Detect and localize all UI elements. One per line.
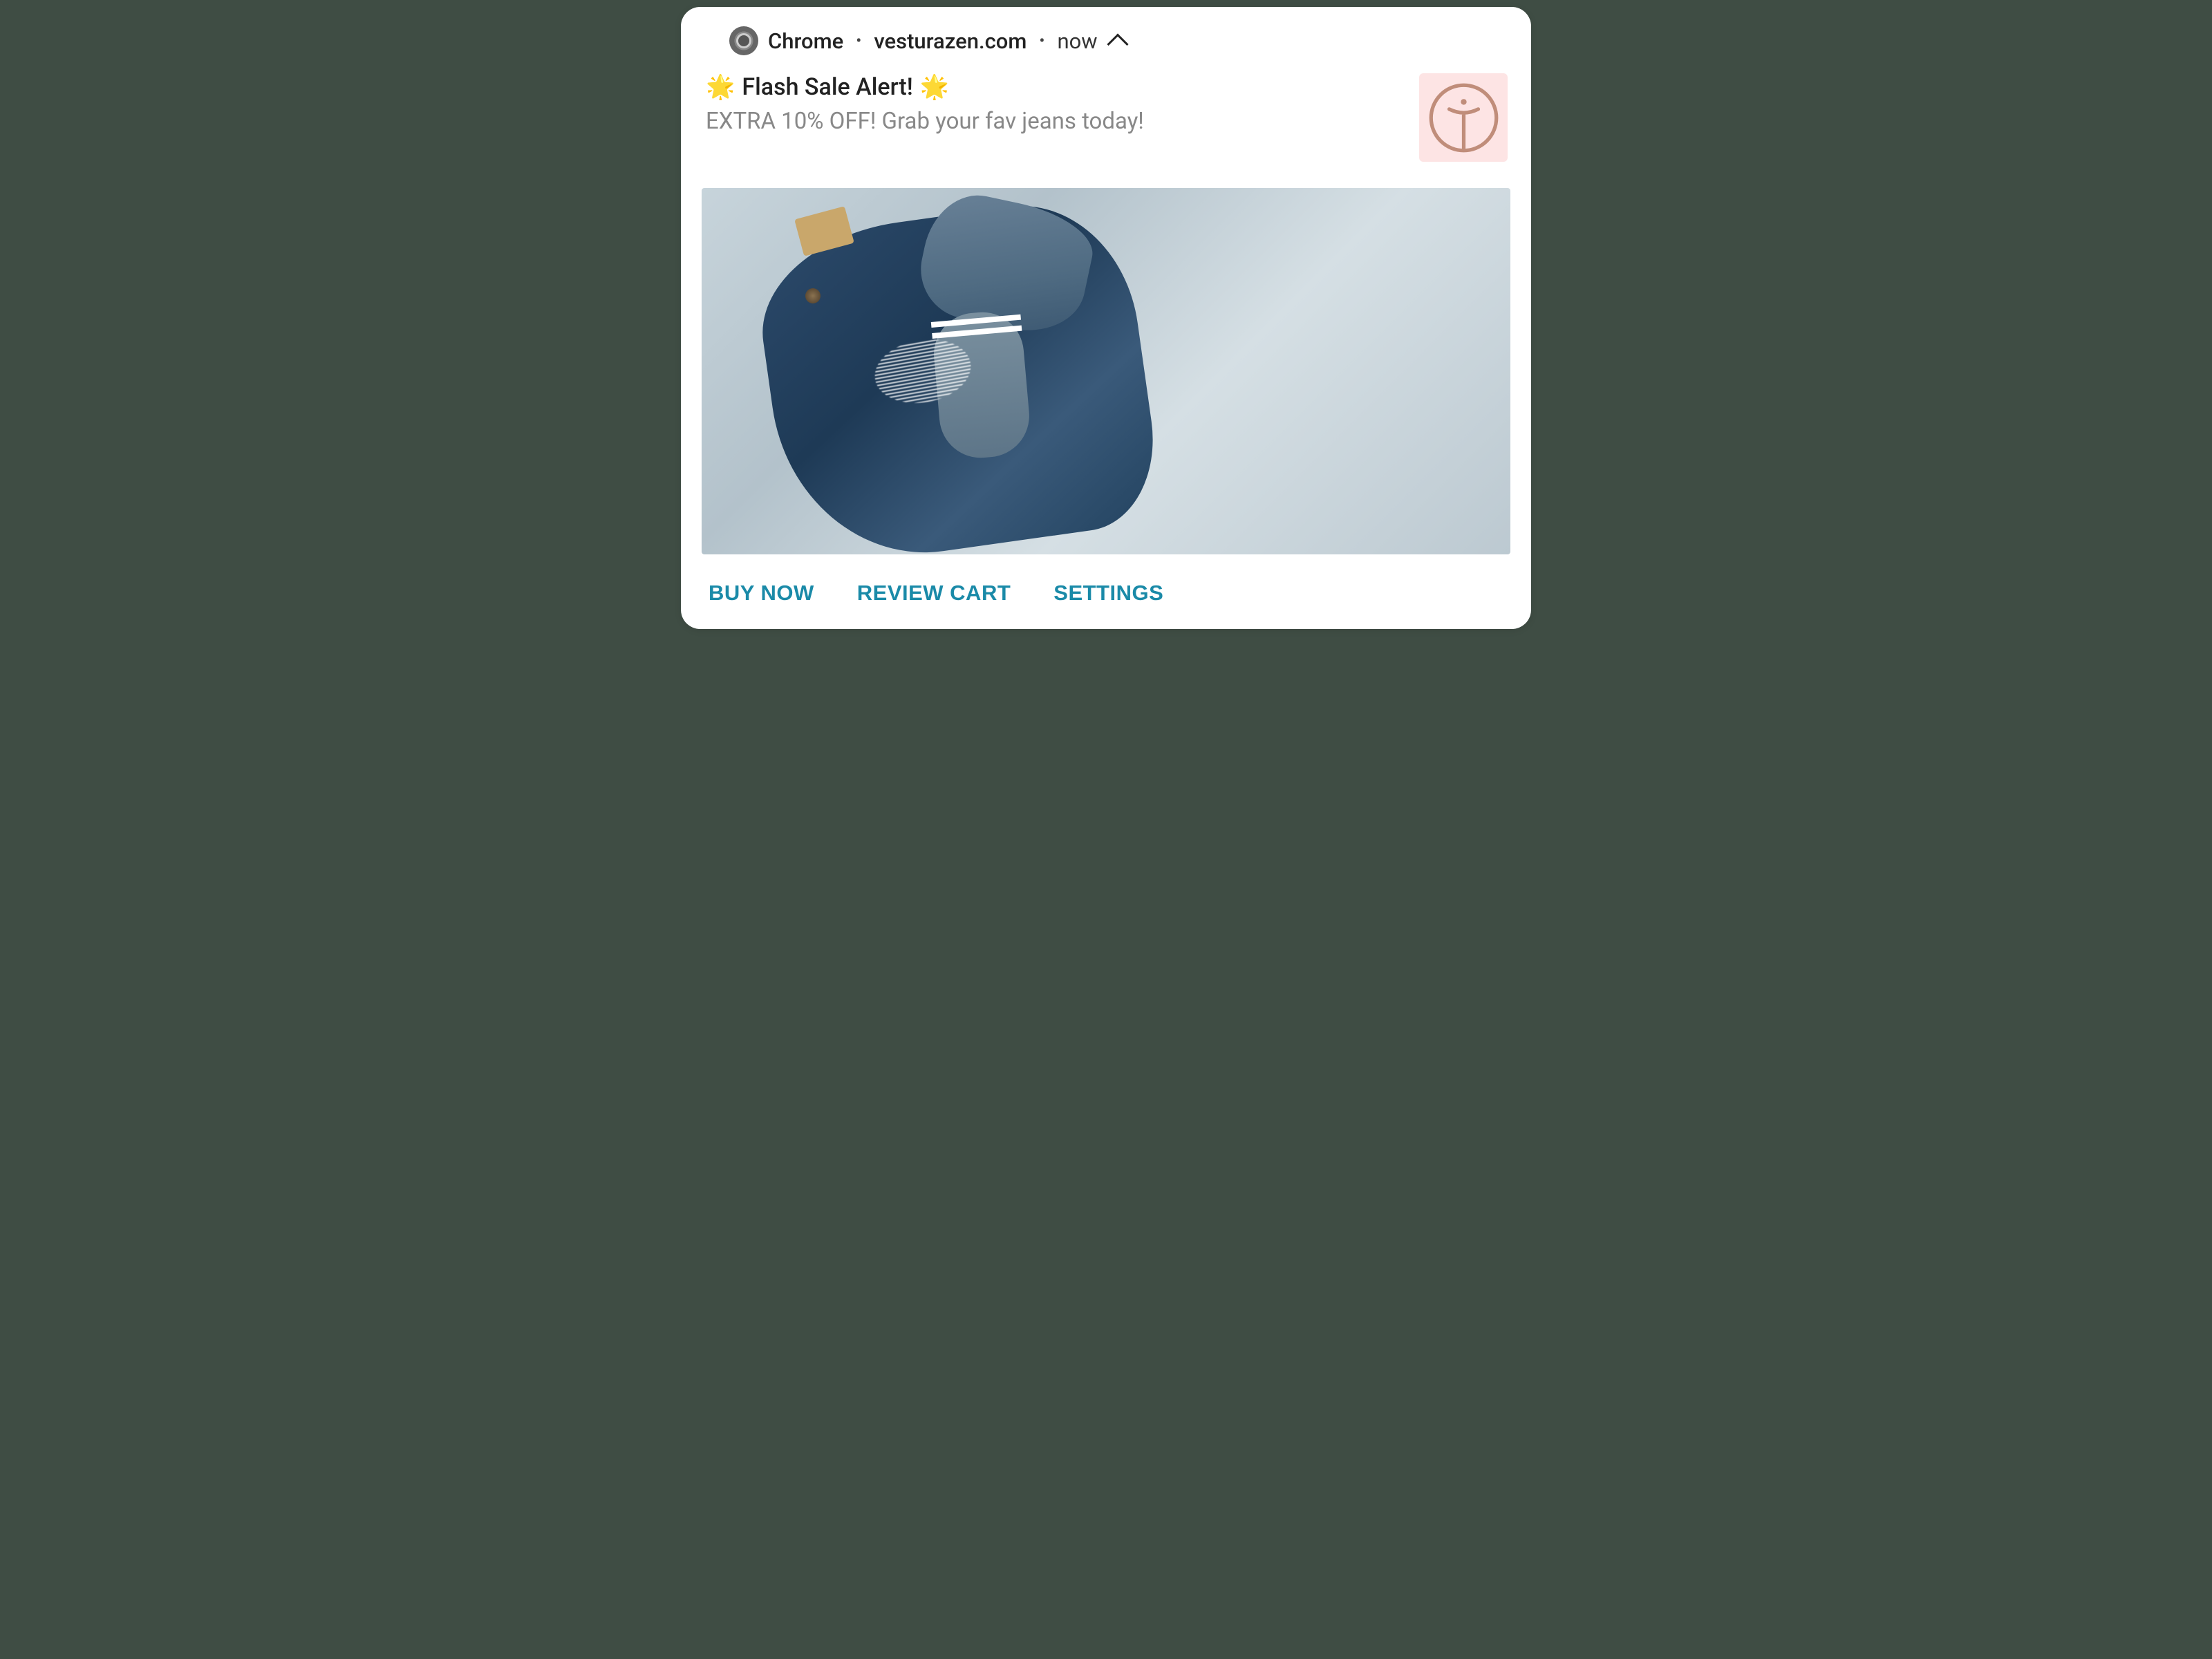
separator-dot: • [856, 31, 861, 50]
settings-button[interactable]: SETTINGS [1053, 578, 1163, 608]
notification-header: Chrome • vesturazen.com • now [702, 26, 1510, 55]
jeans-illustration [729, 188, 1158, 554]
notification-body: EXTRA 10% OFF! Grab your fav jeans today… [706, 108, 1419, 135]
notification-text-block: 🌟 Flash Sale Alert! 🌟 EXTRA 10% OFF! Gra… [706, 73, 1419, 135]
buy-now-button[interactable]: BUY NOW [709, 578, 814, 608]
notification-time: now [1057, 28, 1097, 54]
star-icon: 🌟 [920, 73, 949, 101]
notification-card: Chrome • vesturazen.com • now 🌟 Flash Sa… [681, 7, 1531, 629]
review-cart-button[interactable]: REVIEW CART [857, 578, 1011, 608]
chrome-icon [729, 26, 758, 55]
notification-image [702, 188, 1510, 554]
notification-actions: BUY NOW REVIEW CART SETTINGS [702, 578, 1510, 608]
star-icon: 🌟 [706, 73, 735, 101]
chevron-up-icon [1107, 33, 1128, 55]
notification-content: 🌟 Flash Sale Alert! 🌟 EXTRA 10% OFF! Gra… [702, 73, 1510, 162]
app-name: Chrome [768, 28, 843, 54]
notification-domain: vesturazen.com [874, 28, 1027, 54]
collapse-toggle[interactable] [1110, 30, 1125, 52]
title-text: Flash Sale Alert! [742, 73, 912, 101]
notification-title: 🌟 Flash Sale Alert! 🌟 [706, 73, 1419, 101]
brand-logo-icon [1427, 82, 1500, 154]
brand-logo [1419, 73, 1508, 162]
separator-dot: • [1039, 31, 1044, 50]
